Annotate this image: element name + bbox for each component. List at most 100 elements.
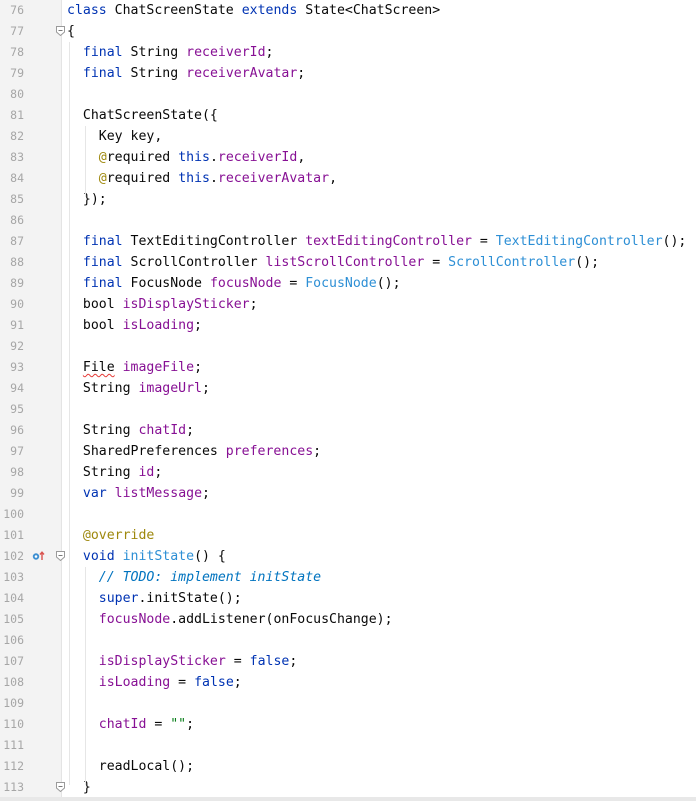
code-text[interactable]: Key key, [67, 126, 163, 147]
code-line[interactable]: 87 final TextEditingController textEditi… [0, 231, 696, 252]
code-line[interactable]: 86 [0, 210, 696, 231]
code-token: textEditingController [305, 234, 472, 249]
code-text[interactable]: ChatScreenState({ [67, 105, 218, 126]
code-line[interactable]: 109 [0, 693, 696, 714]
code-token: id [138, 465, 155, 480]
code-text[interactable]: isDisplaySticker = false; [67, 651, 298, 672]
fold-region-icon[interactable] [56, 782, 65, 792]
code-line[interactable]: 84 @required this.receiverAvatar, [0, 168, 696, 189]
code-line[interactable]: 82 Key key, [0, 126, 696, 147]
line-number: 78 [10, 45, 24, 59]
code-editor[interactable]: 76 class ChatScreenState extends State<Ch… [0, 0, 696, 801]
code-line[interactable]: 95 [0, 399, 696, 420]
code-line[interactable]: 113 } [0, 777, 696, 798]
code-text[interactable]: final ScrollController listScrollControl… [67, 252, 599, 273]
code-text[interactable]: bool isDisplaySticker; [67, 294, 258, 315]
code-token: receiverId [217, 150, 298, 165]
code-text[interactable]: void initState() { [67, 546, 226, 567]
line-number: 85 [10, 192, 24, 206]
fold-region-icon[interactable] [56, 26, 65, 36]
code-line[interactable]: 83 @required this.receiverId, [0, 147, 696, 168]
code-token: = [170, 675, 195, 690]
code-line[interactable]: 102 void initState() { [0, 546, 696, 567]
code-line[interactable]: 88 final ScrollController listScrollCont… [0, 252, 696, 273]
code-text[interactable]: focusNode.addListener(onFocusChange); [67, 609, 393, 630]
code-text[interactable]: @required this.receiverAvatar, [67, 168, 337, 189]
override-method-icon[interactable] [31, 550, 45, 562]
code-token: (); [575, 255, 600, 270]
code-text[interactable]: super.initState(); [67, 588, 242, 609]
code-token: State<ChatScreen> [297, 3, 441, 18]
code-line[interactable]: 78 final String receiverId; [0, 42, 696, 63]
code-line[interactable]: 107 isDisplaySticker = false; [0, 651, 696, 672]
code-text[interactable]: SharedPreferences preferences; [67, 441, 321, 462]
code-text[interactable]: final String receiverAvatar; [67, 63, 305, 84]
code-line[interactable]: 85 }); [0, 189, 696, 210]
code-text[interactable]: }); [67, 189, 107, 210]
line-number: 84 [10, 171, 24, 185]
code-line[interactable]: 104 super.initState(); [0, 588, 696, 609]
code-token: (); [376, 276, 401, 291]
code-text[interactable]: final String receiverId; [67, 42, 274, 63]
line-number: 91 [10, 318, 24, 332]
code-text[interactable]: { [67, 21, 75, 42]
code-line[interactable]: 80 [0, 84, 696, 105]
code-token: String [122, 45, 187, 60]
code-text[interactable]: } [67, 777, 91, 798]
code-line[interactable]: 108 isLoading = false; [0, 672, 696, 693]
code-text[interactable]: chatId = ""; [67, 714, 194, 735]
code-text[interactable]: // TODO: implement initState [67, 567, 321, 588]
code-line[interactable]: 112 readLocal(); [0, 756, 696, 777]
code-line[interactable]: 81 ChatScreenState({ [0, 105, 696, 126]
code-line[interactable]: 100 [0, 504, 696, 525]
code-text[interactable]: File imageFile; [67, 357, 202, 378]
code-token: FocusNode [122, 276, 210, 291]
code-line[interactable]: 101 @override [0, 525, 696, 546]
code-text[interactable]: final TextEditingController textEditingC… [67, 231, 686, 252]
code-line[interactable]: 77 { [0, 21, 696, 42]
code-line[interactable]: 105 focusNode.addListener(onFocusChange)… [0, 609, 696, 630]
code-token: ; [194, 318, 202, 333]
code-line[interactable]: 79 final String receiverAvatar; [0, 63, 696, 84]
fold-region-icon[interactable] [56, 551, 65, 561]
code-line[interactable]: 103 // TODO: implement initState [0, 567, 696, 588]
code-text[interactable]: isLoading = false; [67, 672, 242, 693]
code-token: SharedPreferences [67, 444, 226, 459]
code-line[interactable]: 91 bool isLoading; [0, 315, 696, 336]
code-line[interactable]: 93 File imageFile; [0, 357, 696, 378]
code-line[interactable]: 89 final FocusNode focusNode = FocusNode… [0, 273, 696, 294]
code-text[interactable]: String id; [67, 462, 162, 483]
code-line[interactable]: 111 [0, 735, 696, 756]
code-token: = [281, 276, 306, 291]
code-line[interactable]: 92 [0, 336, 696, 357]
code-line[interactable]: 76 class ChatScreenState extends State<Ch… [0, 0, 696, 21]
line-number: 77 [10, 24, 24, 38]
code-line[interactable]: 90 bool isDisplaySticker; [0, 294, 696, 315]
code-text[interactable]: final FocusNode focusNode = FocusNode(); [67, 273, 401, 294]
code-token: final [82, 45, 123, 60]
code-text[interactable]: bool isLoading; [67, 315, 202, 336]
code-text[interactable]: readLocal(); [67, 756, 194, 777]
code-text[interactable]: class ChatScreenState extends State<Chat… [67, 0, 440, 21]
code-text[interactable]: var listMessage; [67, 483, 210, 504]
code-text[interactable]: @override [67, 525, 154, 546]
code-line[interactable]: 97 SharedPreferences preferences; [0, 441, 696, 462]
code-text[interactable]: String chatId; [67, 420, 194, 441]
code-text[interactable]: @required this.receiverId, [67, 147, 306, 168]
code-line[interactable]: 98 String id; [0, 462, 696, 483]
code-token: String [67, 465, 139, 480]
code-line[interactable]: 94 String imageUrl; [0, 378, 696, 399]
code-line[interactable]: 106 [0, 630, 696, 651]
code-token: ; [202, 381, 210, 396]
code-token: . [209, 171, 218, 186]
code-token: final [82, 66, 123, 81]
code-line[interactable]: 110 chatId = ""; [0, 714, 696, 735]
code-text[interactable]: String imageUrl; [67, 378, 210, 399]
code-line[interactable]: 99 var listMessage; [0, 483, 696, 504]
code-line[interactable]: 96 String chatId; [0, 420, 696, 441]
